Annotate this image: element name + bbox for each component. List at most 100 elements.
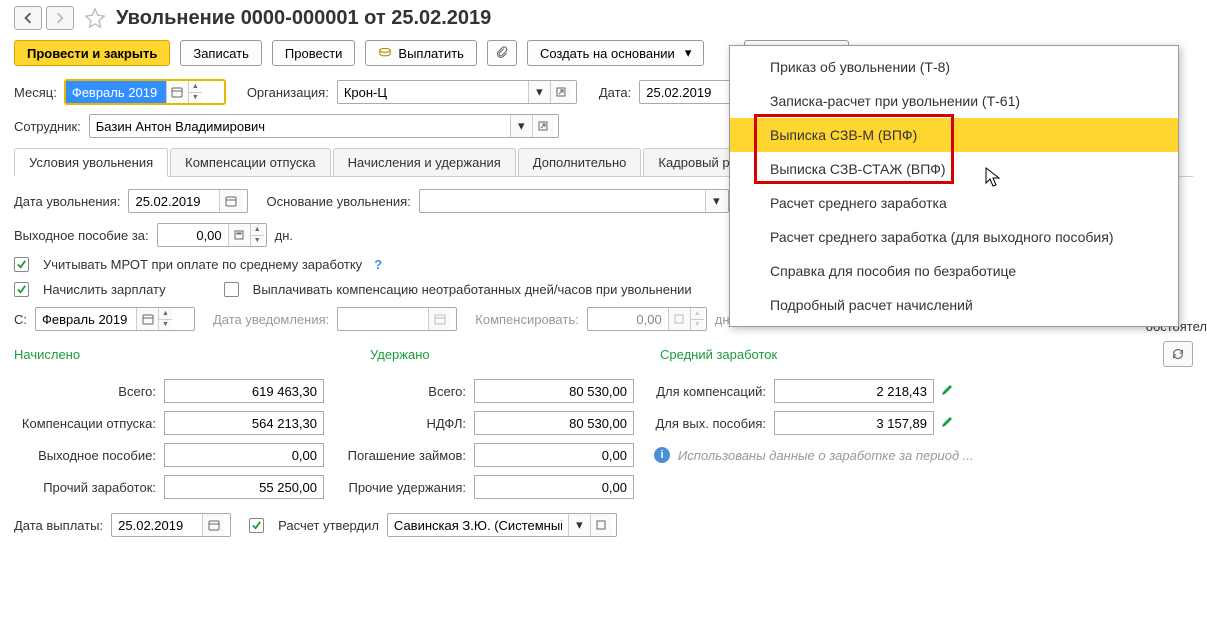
- pencil-icon[interactable]: [940, 415, 954, 432]
- basis-input[interactable]: [420, 190, 705, 212]
- approver-input[interactable]: [388, 514, 568, 536]
- loans-value[interactable]: [474, 443, 634, 467]
- menu-t61[interactable]: Записка-расчет при увольнении (Т-61): [730, 84, 1178, 118]
- payment-date-input[interactable]: [112, 514, 202, 536]
- org-input[interactable]: [338, 81, 528, 103]
- calculator-icon[interactable]: [228, 224, 250, 246]
- print-menu: Приказ об увольнении (Т-8) Записка-расче…: [729, 45, 1179, 327]
- avg-sev-value[interactable]: [774, 411, 934, 435]
- spin-up[interactable]: ▲: [189, 81, 202, 93]
- avg-sev-label: Для вых. пособия:: [654, 416, 774, 431]
- payment-date-label: Дата выплаты:: [14, 518, 103, 533]
- open-ref-icon[interactable]: [590, 514, 612, 536]
- create-based-label: Создать на основании: [540, 46, 675, 61]
- ndfl-label: НДФЛ:: [344, 416, 474, 431]
- nav-forward-button[interactable]: [46, 6, 74, 30]
- help-icon[interactable]: ?: [374, 257, 382, 272]
- calendar-icon[interactable]: [219, 190, 241, 212]
- other-earn-value[interactable]: [164, 475, 324, 499]
- create-based-button[interactable]: Создать на основании ▾: [527, 40, 704, 66]
- open-ref-icon[interactable]: [532, 115, 554, 137]
- ndfl-value[interactable]: [474, 411, 634, 435]
- calendar-icon[interactable]: [136, 308, 158, 330]
- mrot-label: Учитывать МРОТ при оплате по среднему за…: [43, 257, 362, 272]
- spin-up[interactable]: ▲: [159, 308, 172, 320]
- dropdown-icon[interactable]: ▾: [528, 81, 550, 103]
- pay-label: Выплатить: [398, 46, 464, 61]
- post-button[interactable]: Провести: [272, 40, 356, 66]
- post-close-button[interactable]: Провести и закрыть: [14, 40, 170, 66]
- open-ref-icon[interactable]: [550, 81, 572, 103]
- spin-down[interactable]: ▼: [251, 236, 264, 247]
- write-button[interactable]: Записать: [180, 40, 262, 66]
- severance-pay-value[interactable]: [164, 443, 324, 467]
- menu-szvstazh[interactable]: Выписка СЗВ-СТАЖ (ВПФ): [730, 152, 1178, 186]
- date-input[interactable]: [640, 81, 730, 103]
- avg-comp-value[interactable]: [774, 379, 934, 403]
- calendar-icon[interactable]: [166, 81, 188, 103]
- vacation-comp-label: Компенсации отпуска:: [14, 416, 164, 431]
- pay-compensation-checkbox[interactable]: [224, 282, 239, 297]
- menu-avgcalc-sev[interactable]: Расчет среднего заработка (для выходного…: [730, 220, 1178, 254]
- menu-t8[interactable]: Приказ об увольнении (Т-8): [730, 50, 1178, 84]
- severance-days-input[interactable]: [158, 224, 228, 246]
- menu-unemployment[interactable]: Справка для пособия по безработице: [730, 254, 1178, 288]
- avg-comp-label: Для компенсаций:: [654, 384, 774, 399]
- approved-checkbox[interactable]: [249, 518, 264, 533]
- page-title: Увольнение 0000-000001 от 25.02.2019: [116, 7, 491, 30]
- dropdown-icon[interactable]: ▾: [510, 115, 532, 137]
- spin-down: ▼: [691, 320, 704, 331]
- other-withheld-value[interactable]: [474, 475, 634, 499]
- dropdown-icon[interactable]: ▾: [568, 514, 590, 536]
- withheld-total-value[interactable]: [474, 379, 634, 403]
- other-earn-label: Прочий заработок:: [14, 480, 164, 495]
- spin-down[interactable]: ▼: [189, 93, 202, 104]
- dismissal-date-input[interactable]: [129, 190, 219, 212]
- tab-conditions[interactable]: Условия увольнения: [14, 148, 168, 177]
- employee-label: Сотрудник:: [14, 119, 81, 134]
- pay-button[interactable]: Выплатить: [365, 40, 477, 66]
- tab-additional[interactable]: Дополнительно: [518, 148, 642, 176]
- compensate-label: Компенсировать:: [475, 312, 578, 327]
- employee-input[interactable]: [90, 115, 510, 137]
- calendar-icon[interactable]: [202, 514, 224, 536]
- accrued-header: Начислено: [14, 347, 324, 362]
- withheld-total-label: Всего:: [344, 384, 474, 399]
- approved-label: Расчет утвердил: [278, 518, 379, 533]
- dropdown-icon[interactable]: ▾: [705, 190, 727, 212]
- org-label: Организация:: [247, 85, 329, 100]
- loans-label: Погашение займов:: [344, 448, 474, 463]
- calendar-icon: [428, 308, 450, 330]
- nav-back-button[interactable]: [14, 6, 42, 30]
- avg-header: Средний заработок: [660, 347, 1163, 362]
- accrued-total-value[interactable]: [164, 379, 324, 403]
- menu-detailed[interactable]: Подробный расчет начислений: [730, 288, 1178, 322]
- accrue-salary-checkbox[interactable]: [14, 282, 29, 297]
- accrued-total-label: Всего:: [14, 384, 164, 399]
- paperclip-icon: [495, 46, 509, 60]
- other-withheld-label: Прочие удержания:: [344, 480, 474, 495]
- from-month-input[interactable]: [36, 308, 136, 330]
- chevron-down-icon: ▾: [685, 45, 692, 61]
- attach-button[interactable]: [487, 40, 517, 66]
- spin-down[interactable]: ▼: [159, 320, 172, 331]
- compensate-input: [588, 308, 668, 330]
- days-unit-label: дн.: [275, 228, 293, 243]
- vacation-comp-value[interactable]: [164, 411, 324, 435]
- spin-up[interactable]: ▲: [251, 224, 264, 236]
- severance-for-label: Выходное пособие за:: [14, 228, 149, 243]
- mrot-checkbox[interactable]: [14, 257, 29, 272]
- tab-accruals[interactable]: Начисления и удержания: [333, 148, 516, 176]
- menu-szvm[interactable]: Выписка СЗВ-М (ВПФ): [730, 118, 1178, 152]
- mouse-cursor: [985, 167, 1003, 189]
- spin-up: ▲: [691, 308, 704, 320]
- refresh-button[interactable]: [1163, 341, 1193, 367]
- month-input[interactable]: [66, 81, 166, 103]
- month-label: Месяц:: [14, 85, 57, 100]
- tab-vacation-comp[interactable]: Компенсации отпуска: [170, 148, 331, 176]
- notif-date-label: Дата уведомления:: [213, 312, 329, 327]
- avg-info-text: Использованы данные о заработке за перио…: [678, 448, 974, 463]
- favorite-icon[interactable]: [84, 7, 106, 29]
- menu-avgcalc[interactable]: Расчет среднего заработка: [730, 186, 1178, 220]
- pencil-icon[interactable]: [940, 383, 954, 400]
